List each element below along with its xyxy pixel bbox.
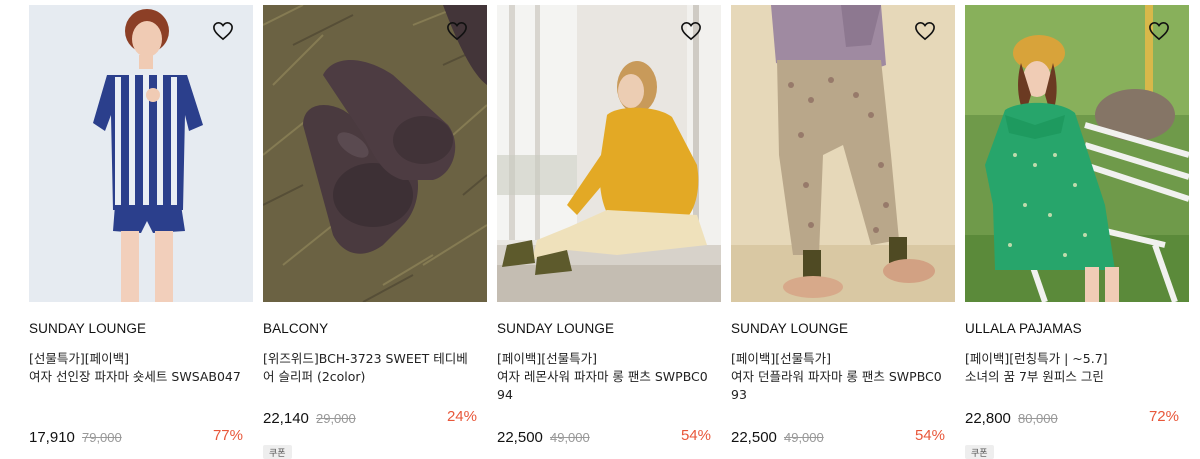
product-grid: SUNDAY LOUNGE [선물특가][페이백] 여자 선인장 파자마 숏세트… xyxy=(29,5,1189,459)
sale-price: 22,140 xyxy=(263,410,309,427)
product-brand[interactable]: BALCONY xyxy=(263,321,328,336)
product-name: 여자 선인장 파자마 숏세트 SWSAB047 xyxy=(29,369,241,384)
product-image[interactable] xyxy=(731,5,955,302)
product-name: 여자 던플라워 파자마 롱 팬츠 SWPBC093 xyxy=(731,369,942,402)
product-image[interactable] xyxy=(29,5,253,302)
product-title[interactable]: [페이백][선물특가] 여자 던플라워 파자마 롱 팬츠 SWPBC093 xyxy=(731,350,945,404)
product-tags: [페이백][선물특가] xyxy=(497,351,598,366)
wishlist-heart-icon[interactable] xyxy=(914,21,936,41)
sale-price: 22,500 xyxy=(497,429,543,446)
product-title[interactable]: [선물특가][페이백] 여자 선인장 파자마 숏세트 SWSAB047 xyxy=(29,350,243,386)
product-name: 여자 레몬사워 파자마 롱 팬츠 SWPBC094 xyxy=(497,369,708,402)
product-card[interactable]: SUNDAY LOUNGE [페이백][선물특가] 여자 던플라워 파자마 롱 … xyxy=(731,5,955,452)
product-photo xyxy=(731,5,955,302)
discount-rate: 54% xyxy=(680,427,711,444)
wishlist-heart-icon[interactable] xyxy=(212,21,234,41)
original-price: 79,000 xyxy=(81,430,122,445)
coupon-badge: 쿠폰 xyxy=(263,445,292,459)
original-price: 80,000 xyxy=(1017,411,1058,426)
product-name: 소녀의 꿈 7부 원피스 그린 xyxy=(965,369,1104,384)
sale-price: 22,800 xyxy=(965,410,1011,427)
product-card[interactable]: ULLALA PAJAMAS [페이백][런칭특가 | ~5.7] 소녀의 꿈 … xyxy=(965,5,1189,459)
product-tags: [페이백][선물특가] xyxy=(731,351,832,366)
original-price: 29,000 xyxy=(315,411,356,426)
wishlist-heart-icon[interactable] xyxy=(446,21,468,41)
price-row: 22,800 80,000 72% xyxy=(965,408,1179,430)
product-tags: [선물특가][페이백] xyxy=(29,351,130,366)
product-brand[interactable]: SUNDAY LOUNGE xyxy=(497,321,614,336)
discount-rate: 24% xyxy=(446,408,477,425)
product-card[interactable]: BALCONY [위즈위드]BCH-3723 SWEET 테디베어 슬리퍼 (2… xyxy=(263,5,487,459)
discount-rate: 54% xyxy=(914,427,945,444)
original-price: 49,000 xyxy=(549,430,590,445)
product-title[interactable]: [위즈위드]BCH-3723 SWEET 테디베어 슬리퍼 (2color) xyxy=(263,350,477,386)
price-row: 17,910 79,000 77% xyxy=(29,427,243,449)
product-brand[interactable]: SUNDAY LOUNGE xyxy=(29,321,146,336)
product-name: [위즈위드]BCH-3723 SWEET 테디베어 슬리퍼 (2color) xyxy=(263,351,468,384)
price-row: 22,140 29,000 24% xyxy=(263,408,477,430)
product-photo xyxy=(965,5,1189,302)
discount-rate: 77% xyxy=(212,427,243,444)
product-image[interactable] xyxy=(263,5,487,302)
price-row: 22,500 49,000 54% xyxy=(497,427,711,449)
sale-price: 17,910 xyxy=(29,429,75,446)
sale-price: 22,500 xyxy=(731,429,777,446)
product-image[interactable] xyxy=(965,5,1189,302)
price-row: 22,500 49,000 54% xyxy=(731,427,945,449)
wishlist-heart-icon[interactable] xyxy=(680,21,702,41)
product-photo xyxy=(29,5,253,302)
wishlist-heart-icon[interactable] xyxy=(1148,21,1170,41)
product-brand[interactable]: SUNDAY LOUNGE xyxy=(731,321,848,336)
product-image[interactable] xyxy=(497,5,721,302)
product-photo xyxy=(497,5,721,302)
product-tags: [페이백][런칭특가 | ~5.7] xyxy=(965,351,1108,366)
product-brand[interactable]: ULLALA PAJAMAS xyxy=(965,321,1082,336)
product-photo xyxy=(263,5,487,302)
coupon-badge: 쿠폰 xyxy=(965,445,994,459)
product-card[interactable]: SUNDAY LOUNGE [페이백][선물특가] 여자 레몬사워 파자마 롱 … xyxy=(497,5,721,452)
product-title[interactable]: [페이백][런칭특가 | ~5.7] 소녀의 꿈 7부 원피스 그린 xyxy=(965,350,1179,386)
product-card[interactable]: SUNDAY LOUNGE [선물특가][페이백] 여자 선인장 파자마 숏세트… xyxy=(29,5,253,452)
original-price: 49,000 xyxy=(783,430,824,445)
discount-rate: 72% xyxy=(1148,408,1179,425)
product-title[interactable]: [페이백][선물특가] 여자 레몬사워 파자마 롱 팬츠 SWPBC094 xyxy=(497,350,711,404)
